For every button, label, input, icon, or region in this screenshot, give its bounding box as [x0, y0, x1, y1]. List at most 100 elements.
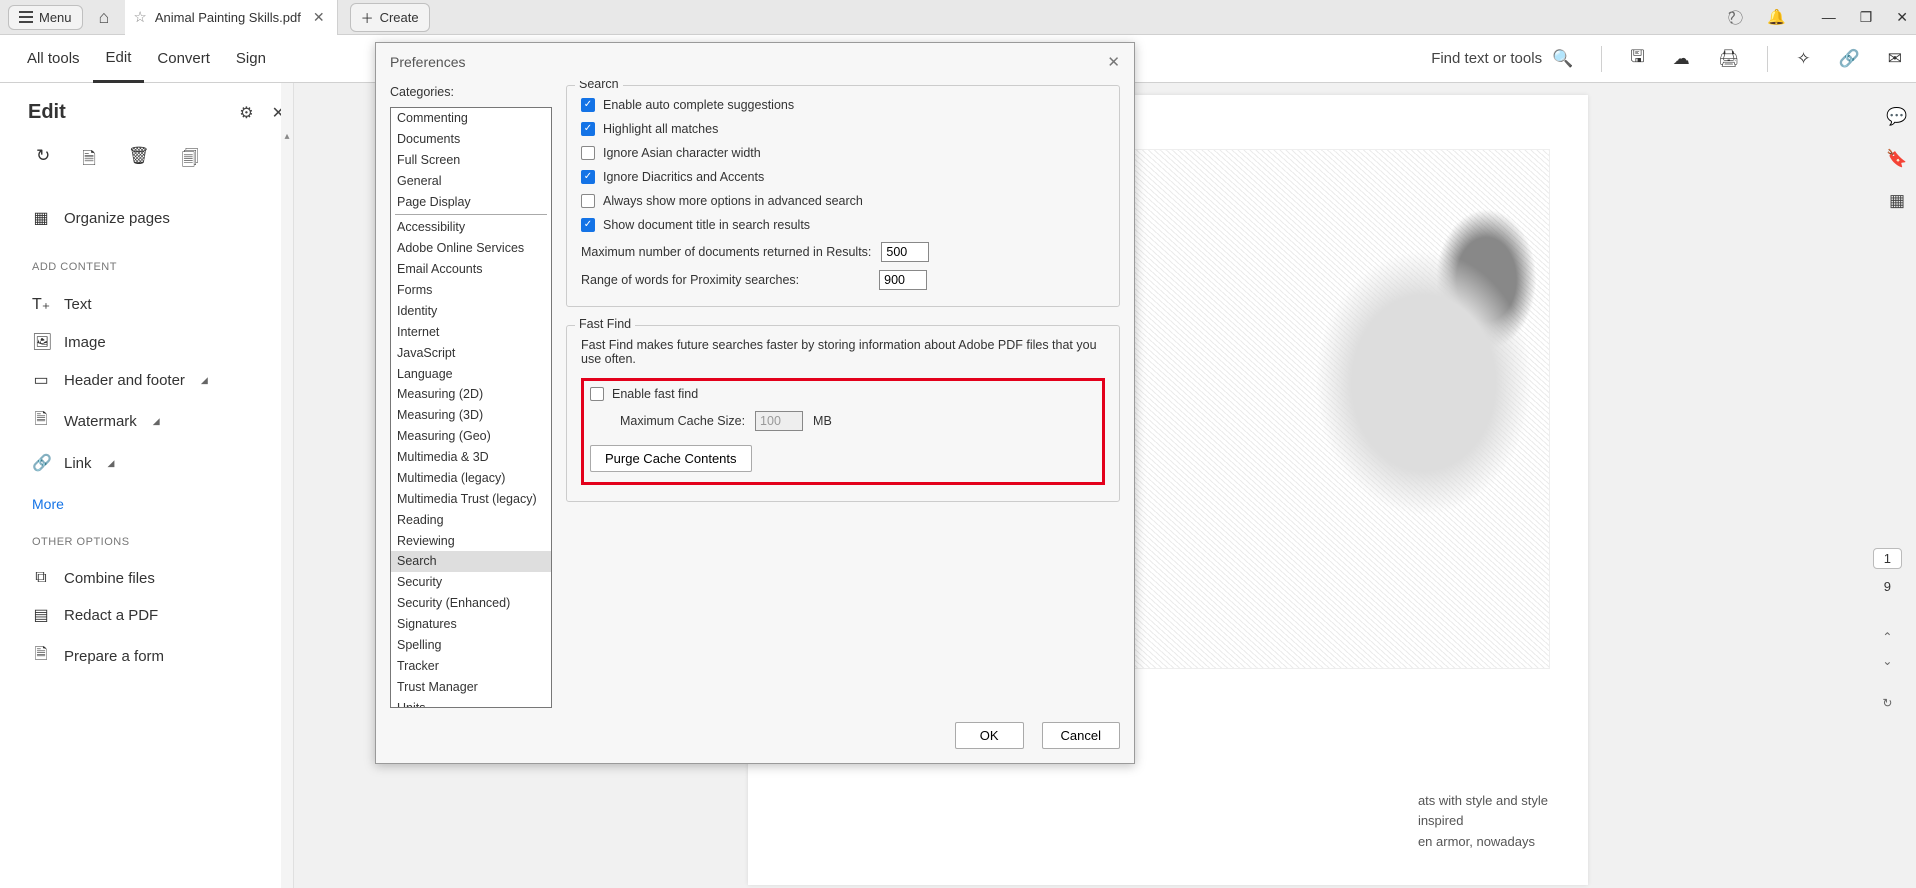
category-item[interactable]: Multimedia Trust (legacy) — [391, 489, 551, 510]
chk-advanced[interactable] — [581, 194, 595, 208]
chk-asian[interactable] — [581, 146, 595, 160]
bookmark-rail-icon[interactable]: 🔖 — [1886, 149, 1907, 169]
gear-icon[interactable]: ⚙ — [239, 103, 253, 123]
plus-icon: ＋ — [361, 8, 374, 27]
category-item[interactable]: Commenting — [391, 108, 551, 129]
chk-doctitle[interactable] — [581, 218, 595, 232]
category-item[interactable]: Page Display — [391, 192, 551, 213]
chk-diacritics[interactable] — [581, 170, 595, 184]
category-item[interactable]: Full Screen — [391, 150, 551, 171]
category-item[interactable]: Measuring (Geo) — [391, 426, 551, 447]
headerfooter-label: Header and footer — [64, 372, 185, 389]
tab-sign[interactable]: Sign — [223, 35, 279, 83]
cancel-button[interactable]: Cancel — [1042, 722, 1120, 749]
menu-button[interactable]: Menu — [8, 5, 83, 30]
proximity-input[interactable] — [879, 270, 927, 290]
category-item[interactable]: Identity — [391, 301, 551, 322]
category-item[interactable]: Security (Enhanced) — [391, 593, 551, 614]
help-icon[interactable]: ？⃝ — [1728, 7, 1743, 28]
category-item[interactable]: JavaScript — [391, 343, 551, 364]
category-item[interactable]: Multimedia (legacy) — [391, 468, 551, 489]
chk-highlight[interactable] — [581, 122, 595, 136]
upload-icon[interactable]: ☁ — [1673, 49, 1690, 69]
prepare-form[interactable]: 🗎Prepare a form — [28, 634, 285, 679]
document-tab[interactable]: ☆ Animal Painting Skills.pdf ✕ — [125, 0, 337, 35]
category-separator — [395, 214, 547, 215]
rotate-icon[interactable]: ↻ — [36, 146, 50, 175]
mail-icon[interactable]: ✉ — [1888, 49, 1902, 69]
link[interactable]: 🔗Link◢ — [28, 444, 285, 482]
headerfooter-icon: ▭ — [32, 370, 50, 390]
create-label: Create — [380, 10, 419, 25]
tab-edit[interactable]: Edit — [93, 35, 145, 83]
ai-icon[interactable]: ✧ — [1796, 49, 1810, 69]
comment-rail-icon[interactable]: 💬 — [1886, 107, 1907, 127]
category-item[interactable]: Search — [391, 551, 551, 572]
purge-cache-button[interactable]: Purge Cache Contents — [590, 445, 752, 472]
extract-icon[interactable]: 🗎 — [82, 146, 96, 175]
category-item[interactable]: Accessibility — [391, 217, 551, 238]
minimize-icon[interactable]: — — [1822, 9, 1836, 26]
ok-button[interactable]: OK — [955, 722, 1024, 749]
add-image[interactable]: 🖼Image — [28, 323, 285, 361]
max-docs-input[interactable] — [881, 242, 929, 262]
combine-files[interactable]: ⧉Combine files — [28, 560, 285, 596]
cache-unit: MB — [813, 414, 832, 428]
link-label: Link — [64, 455, 92, 472]
category-item[interactable]: Signatures — [391, 614, 551, 635]
category-item[interactable]: Tracker — [391, 656, 551, 677]
redact-pdf[interactable]: ▤Redact a PDF — [28, 596, 285, 634]
refresh-icon[interactable]: ↻ — [1882, 696, 1892, 710]
tab-convert[interactable]: Convert — [144, 35, 223, 83]
create-button[interactable]: ＋ Create — [350, 3, 430, 32]
chk-autocomplete[interactable] — [581, 98, 595, 112]
image-label: Image — [64, 334, 106, 351]
bell-icon[interactable]: 🔔 — [1767, 8, 1786, 26]
find-label[interactable]: Find text or tools — [1431, 50, 1542, 67]
close-window-icon[interactable]: ✕ — [1896, 9, 1908, 26]
organize-pages[interactable]: ▦ Organize pages — [28, 199, 285, 237]
category-item[interactable]: Measuring (2D) — [391, 384, 551, 405]
dialog-close-icon[interactable]: ✕ — [1107, 53, 1120, 71]
header-footer[interactable]: ▭Header and footer◢ — [28, 361, 285, 399]
category-item[interactable]: Reading — [391, 510, 551, 531]
page-up-arrow[interactable]: ⌃ — [1882, 630, 1892, 644]
watermark[interactable]: 🗎Watermark◢ — [28, 399, 285, 444]
link-icon: 🔗 — [32, 453, 50, 473]
current-page[interactable]: 1 — [1873, 548, 1902, 569]
category-item[interactable]: Spelling — [391, 635, 551, 656]
category-item[interactable]: General — [391, 171, 551, 192]
category-item[interactable]: Email Accounts — [391, 259, 551, 280]
category-item[interactable]: Security — [391, 572, 551, 593]
caret-icon: ◢ — [153, 416, 160, 427]
add-text[interactable]: T₊Text — [28, 285, 285, 323]
maximize-icon[interactable]: ❐ — [1860, 9, 1873, 26]
tab-close-icon[interactable]: ✕ — [309, 9, 329, 26]
category-item[interactable]: Multimedia & 3D — [391, 447, 551, 468]
save-icon[interactable]: 🖫 — [1630, 44, 1644, 73]
tab-all-tools[interactable]: All tools — [14, 35, 93, 83]
star-icon[interactable]: ☆ — [133, 8, 146, 26]
search-icon[interactable]: 🔍 — [1552, 49, 1573, 69]
category-item[interactable]: Trust Manager — [391, 677, 551, 698]
category-item[interactable]: Measuring (3D) — [391, 405, 551, 426]
insert-icon[interactable]: 🗐 — [182, 146, 199, 175]
category-item[interactable]: Language — [391, 364, 551, 385]
category-item[interactable]: Units — [391, 698, 551, 709]
print-icon[interactable]: 🖨 — [1718, 49, 1740, 69]
watermark-label: Watermark — [64, 413, 137, 430]
category-item[interactable]: Documents — [391, 129, 551, 150]
delete-icon[interactable]: 🗑 — [128, 146, 150, 175]
chk-enable-fastfind[interactable] — [590, 387, 604, 401]
category-item[interactable]: Forms — [391, 280, 551, 301]
home-icon[interactable]: ⌂ — [99, 7, 110, 28]
categories-list[interactable]: CommentingDocumentsFull ScreenGeneralPag… — [390, 107, 552, 708]
more-link[interactable]: More — [32, 496, 285, 512]
page-down-arrow[interactable]: ⌄ — [1882, 654, 1892, 668]
grid-rail-icon[interactable]: ▦ — [1889, 191, 1905, 211]
highlighted-region: Enable fast find Maximum Cache Size: MB … — [581, 378, 1105, 485]
category-item[interactable]: Adobe Online Services — [391, 238, 551, 259]
category-item[interactable]: Internet — [391, 322, 551, 343]
category-item[interactable]: Reviewing — [391, 531, 551, 552]
link-icon[interactable]: 🔗 — [1839, 49, 1860, 69]
